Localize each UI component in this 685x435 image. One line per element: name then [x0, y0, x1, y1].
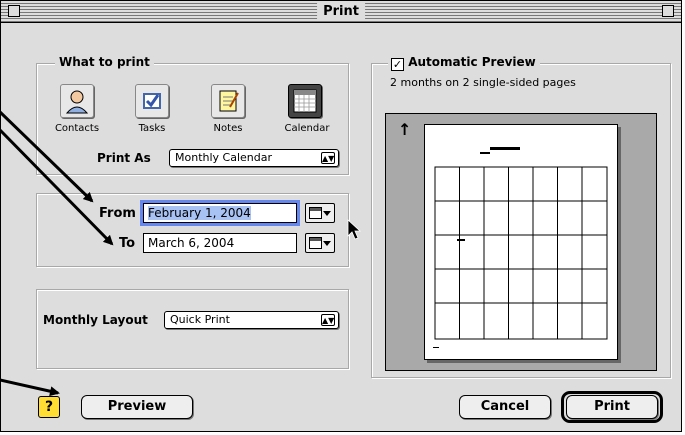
calendar-icon: [293, 89, 317, 113]
preview-button[interactable]: Preview: [81, 395, 193, 419]
print-as-value: Monthly Calendar: [175, 151, 273, 164]
up-arrow-icon[interactable]: ↑: [398, 120, 411, 139]
print-dialog: Print What to print Contacts Tasks Notes: [0, 0, 682, 432]
print-as-popup[interactable]: Monthly Calendar ▲▼: [169, 149, 339, 167]
preview-page: [424, 124, 618, 360]
calendar-picker-icon: [309, 207, 322, 219]
from-label: From: [99, 206, 136, 221]
dropdown-triangle-icon: [323, 241, 331, 246]
calendar-label: Calendar: [284, 123, 330, 134]
from-calendar-button[interactable]: [305, 203, 335, 223]
contacts-icon: [65, 90, 89, 114]
monthly-layout-popup[interactable]: Quick Print ▲▼: [164, 311, 339, 329]
calendar-page-thumbnail: [433, 147, 608, 348]
cancel-button[interactable]: Cancel: [459, 395, 551, 419]
from-date-field[interactable]: February 1, 2004: [140, 200, 300, 226]
tasks-icon: [143, 93, 161, 109]
to-date-field[interactable]: March 6, 2004: [143, 233, 297, 253]
automatic-preview-checkbox[interactable]: ✓: [391, 58, 404, 71]
from-date-value: February 1, 2004: [148, 206, 251, 220]
what-to-print-label: What to print: [55, 55, 154, 70]
automatic-preview-header: ✓ Automatic Preview: [388, 55, 540, 71]
to-calendar-button[interactable]: [305, 233, 335, 253]
help-button[interactable]: ?: [38, 396, 60, 418]
contacts-button[interactable]: [60, 84, 94, 118]
print-as-label: Print As: [97, 151, 151, 165]
preview-panel: ↑: [385, 113, 657, 371]
contacts-label: Contacts: [54, 123, 100, 134]
calendar-picker-icon: [309, 237, 322, 249]
to-label: To: [119, 236, 136, 251]
monthly-layout-label: Monthly Layout: [43, 313, 148, 327]
monthly-layout-value: Quick Print: [170, 313, 230, 326]
tasks-button[interactable]: [135, 84, 169, 118]
zoom-box[interactable]: [662, 5, 674, 17]
notes-button[interactable]: [211, 84, 245, 118]
to-date-value: March 6, 2004: [148, 236, 235, 250]
notes-label: Notes: [213, 123, 243, 134]
dropdown-triangle-icon: [323, 211, 331, 216]
popup-arrows-icon: ▲▼: [321, 152, 335, 164]
preview-description: 2 months on 2 single-sided pages: [390, 76, 576, 89]
popup-arrows-icon: ▲▼: [321, 314, 335, 326]
print-button[interactable]: Print: [566, 395, 658, 419]
close-box[interactable]: [8, 5, 20, 17]
window-title: Print: [317, 3, 365, 20]
notes-icon: [219, 90, 239, 112]
tasks-label: Tasks: [138, 123, 166, 134]
automatic-preview-label[interactable]: Automatic Preview: [408, 55, 536, 69]
title-bar[interactable]: Print: [1, 1, 681, 23]
calendar-button[interactable]: [288, 84, 322, 118]
layout-group: [36, 289, 349, 369]
